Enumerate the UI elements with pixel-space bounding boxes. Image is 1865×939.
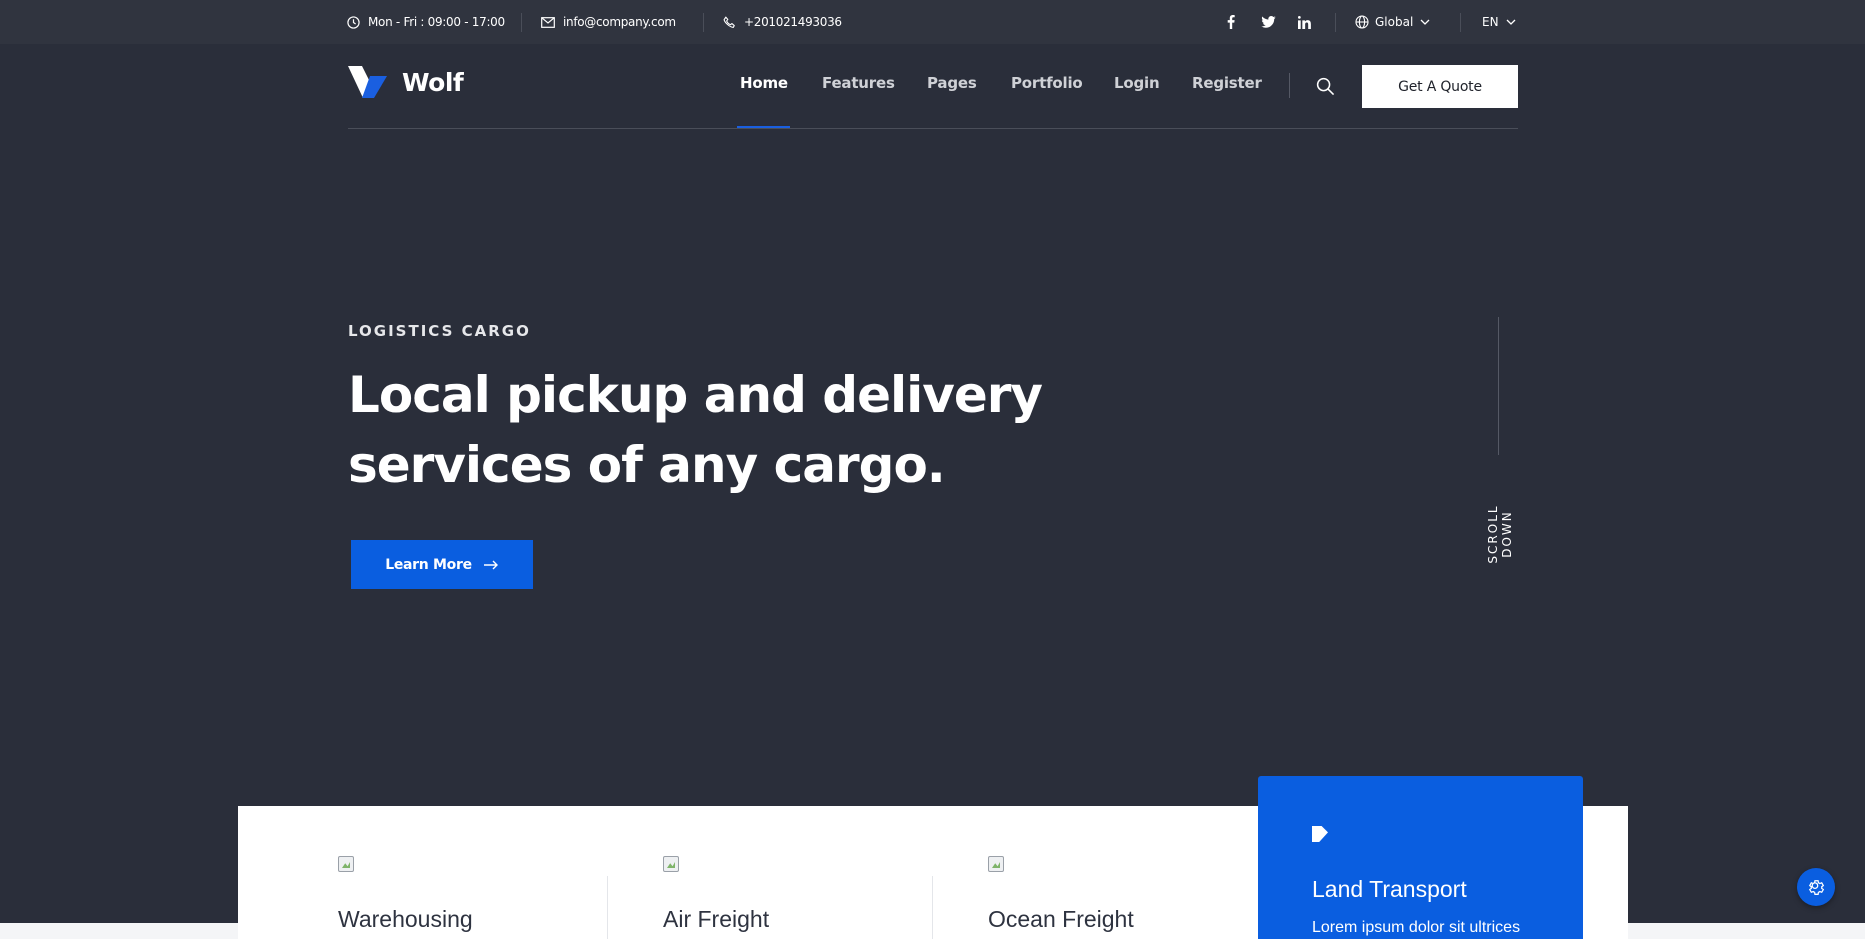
region-label: Global [1375, 15, 1414, 29]
hero-title-line-2: services of any cargo. [348, 436, 946, 494]
linkedin-link[interactable] [1294, 0, 1314, 44]
facebook-link[interactable] [1221, 0, 1241, 44]
service-warehousing[interactable]: Warehousing [238, 806, 561, 939]
search-button[interactable] [1313, 74, 1337, 98]
email-text: info@company.com [563, 15, 676, 29]
header-divider [348, 128, 1518, 129]
nav-home[interactable]: Home [740, 74, 788, 92]
broken-image-icon [663, 856, 679, 872]
get-quote-button[interactable]: Get A Quote [1362, 65, 1518, 108]
divider [1335, 13, 1336, 32]
mail-icon [541, 16, 555, 28]
chevron-down-icon [1506, 19, 1516, 25]
broken-image-icon [338, 856, 354, 872]
hero-title-line-1: Local pickup and delivery [348, 366, 1043, 424]
nav-pages[interactable]: Pages [927, 74, 977, 92]
broken-image-icon [988, 856, 1004, 872]
service-name: Ocean Freight [988, 906, 1134, 932]
facebook-icon [1227, 15, 1235, 29]
search-icon [1316, 77, 1334, 95]
phone-link[interactable]: +201021493036 [723, 0, 842, 44]
language-dropdown[interactable]: EN [1482, 0, 1516, 44]
nav-divider [1289, 73, 1290, 98]
nav-portfolio[interactable]: Portfolio [1011, 74, 1083, 92]
top-bar: Mon - Fri : 09:00 - 17:00 info@company.c… [0, 0, 1865, 44]
divider [703, 13, 704, 32]
brand-logo[interactable]: Wolf [348, 66, 464, 98]
region-dropdown[interactable]: Global [1355, 0, 1430, 44]
arrow-right-icon [483, 560, 498, 569]
service-ocean-freight[interactable]: Ocean Freight [933, 806, 1258, 939]
twitter-link[interactable] [1258, 0, 1278, 44]
wolf-logo-icon [348, 66, 387, 98]
phone-text: +201021493036 [744, 15, 842, 29]
brand-name: Wolf [402, 67, 464, 97]
scroll-line [1498, 317, 1499, 455]
hero-eyebrow: LOGISTICS CARGO [348, 322, 531, 340]
business-hours: Mon - Fri : 09:00 - 17:00 [347, 0, 505, 44]
linkedin-icon [1297, 15, 1311, 29]
chevron-down-icon [1420, 19, 1430, 25]
nav-login[interactable]: Login [1114, 74, 1160, 92]
service-description: Lorem ipsum dolor sit ultrices [1312, 919, 1521, 936]
broken-image-icon [1312, 826, 1328, 842]
learn-more-label: Learn More [385, 556, 472, 573]
scroll-down-link[interactable]: SCROLL DOWN [1486, 486, 1514, 582]
phone-icon [723, 16, 735, 28]
service-name: Warehousing [338, 906, 473, 932]
nav-features[interactable]: Features [822, 74, 895, 92]
divider [521, 13, 522, 32]
learn-more-button[interactable]: Learn More [351, 540, 533, 589]
twitter-icon [1260, 16, 1276, 28]
divider [1460, 13, 1461, 32]
business-hours-text: Mon - Fri : 09:00 - 17:00 [368, 15, 505, 29]
service-air-freight[interactable]: Air Freight [608, 806, 933, 939]
service-land-transport[interactable]: Land Transport Lorem ipsum dolor sit ult… [1258, 776, 1583, 939]
gear-icon [1808, 880, 1825, 895]
service-name: Land Transport [1312, 876, 1467, 902]
hero-title: Local pickup and delivery services of an… [348, 360, 1048, 500]
settings-button[interactable] [1797, 868, 1835, 906]
clock-icon [347, 15, 360, 29]
nav-register[interactable]: Register [1192, 74, 1262, 92]
language-label: EN [1482, 15, 1499, 29]
email-link[interactable]: info@company.com [541, 0, 676, 44]
service-name: Air Freight [663, 906, 770, 932]
globe-icon [1355, 15, 1369, 29]
